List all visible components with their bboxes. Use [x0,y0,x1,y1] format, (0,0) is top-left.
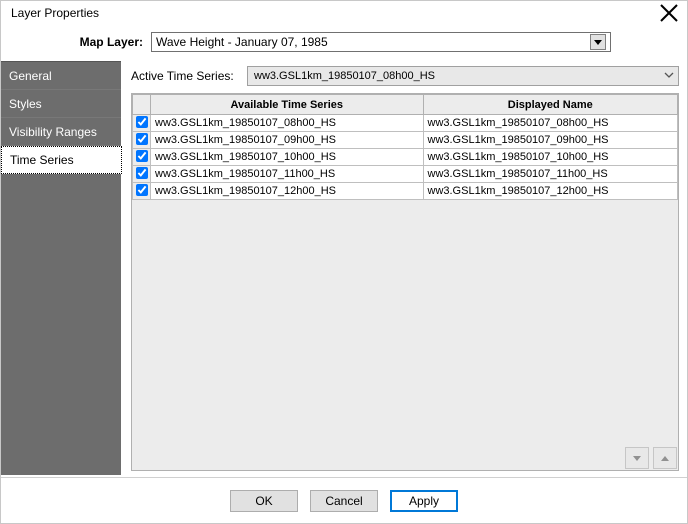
map-layer-value: Wave Height - January 07, 1985 [156,35,328,49]
sidebar-tab-label: General [9,69,52,83]
row-checkbox[interactable] [136,116,148,128]
active-time-series-dropdown[interactable]: ww3.GSL1km_19850107_08h00_HS [247,66,679,86]
chevron-down-icon [594,40,602,45]
cancel-button[interactable]: Cancel [310,490,378,512]
table-row[interactable]: ww3.GSL1km_19850107_08h00_HSww3.GSL1km_1… [133,115,678,132]
sidebar-tab-label: Time Series [10,153,74,167]
ok-button[interactable]: OK [230,490,298,512]
cell-displayed[interactable]: ww3.GSL1km_19850107_09h00_HS [423,132,678,149]
row-checkbox[interactable] [136,150,148,162]
table-row[interactable]: ww3.GSL1km_19850107_09h00_HSww3.GSL1km_1… [133,132,678,149]
active-time-series-value: ww3.GSL1km_19850107_08h00_HS [254,70,435,82]
table-row[interactable]: ww3.GSL1km_19850107_11h00_HSww3.GSL1km_1… [133,166,678,183]
close-button[interactable] [659,3,679,23]
table-empty-area [132,204,678,470]
table-row[interactable]: ww3.GSL1km_19850107_10h00_HSww3.GSL1km_1… [133,149,678,166]
sidebar-tab-general[interactable]: General [1,62,121,90]
row-checkbox-cell [133,166,151,183]
chevron-down-icon [664,70,674,83]
cell-displayed[interactable]: ww3.GSL1km_19850107_08h00_HS [423,115,678,132]
map-layer-dropdown[interactable]: Wave Height - January 07, 1985 [151,32,611,52]
cell-displayed[interactable]: ww3.GSL1km_19850107_11h00_HS [423,166,678,183]
cell-available: ww3.GSL1km_19850107_12h00_HS [151,183,424,200]
row-checkbox-cell [133,115,151,132]
row-checkbox[interactable] [136,184,148,196]
button-label: OK [255,494,272,508]
sidebar-tab-label: Visibility Ranges [9,125,97,139]
dropdown-button[interactable] [590,34,606,50]
column-header-available[interactable]: Available Time Series [151,95,424,115]
cell-available: ww3.GSL1km_19850107_10h00_HS [151,149,424,166]
row-checkbox-cell [133,132,151,149]
button-label: Cancel [325,494,362,508]
apply-button[interactable]: Apply [390,490,458,512]
sidebar-tab-visibility-ranges[interactable]: Visibility Ranges [1,118,121,146]
time-series-table: Available Time Series Displayed Name ww3… [132,94,678,200]
map-layer-label: Map Layer: [11,35,151,49]
time-series-table-wrap: Available Time Series Displayed Name ww3… [131,93,679,471]
row-checkbox-cell [133,183,151,200]
cell-available: ww3.GSL1km_19850107_08h00_HS [151,115,424,132]
row-checkbox[interactable] [136,167,148,179]
close-icon [659,3,679,23]
cell-available: ww3.GSL1km_19850107_09h00_HS [151,132,424,149]
window-title: Layer Properties [11,6,99,20]
sidebar-tab-time-series[interactable]: Time Series [1,146,122,174]
cell-displayed[interactable]: ww3.GSL1km_19850107_12h00_HS [423,183,678,200]
row-checkbox-cell [133,149,151,166]
table-row[interactable]: ww3.GSL1km_19850107_12h00_HSww3.GSL1km_1… [133,183,678,200]
column-header-displayed[interactable]: Displayed Name [423,95,678,115]
move-down-button[interactable] [625,447,649,469]
sidebar: General Styles Visibility Ranges Time Se… [1,61,121,475]
column-header-checkbox[interactable] [133,95,151,115]
cell-available: ww3.GSL1km_19850107_11h00_HS [151,166,424,183]
button-label: Apply [409,494,439,508]
row-checkbox[interactable] [136,133,148,145]
arrow-down-icon [633,456,641,461]
active-time-series-label: Active Time Series: [131,69,239,83]
arrow-up-icon [661,456,669,461]
sidebar-tab-styles[interactable]: Styles [1,90,121,118]
move-up-button[interactable] [653,447,677,469]
sidebar-tab-label: Styles [9,97,42,111]
cell-displayed[interactable]: ww3.GSL1km_19850107_10h00_HS [423,149,678,166]
